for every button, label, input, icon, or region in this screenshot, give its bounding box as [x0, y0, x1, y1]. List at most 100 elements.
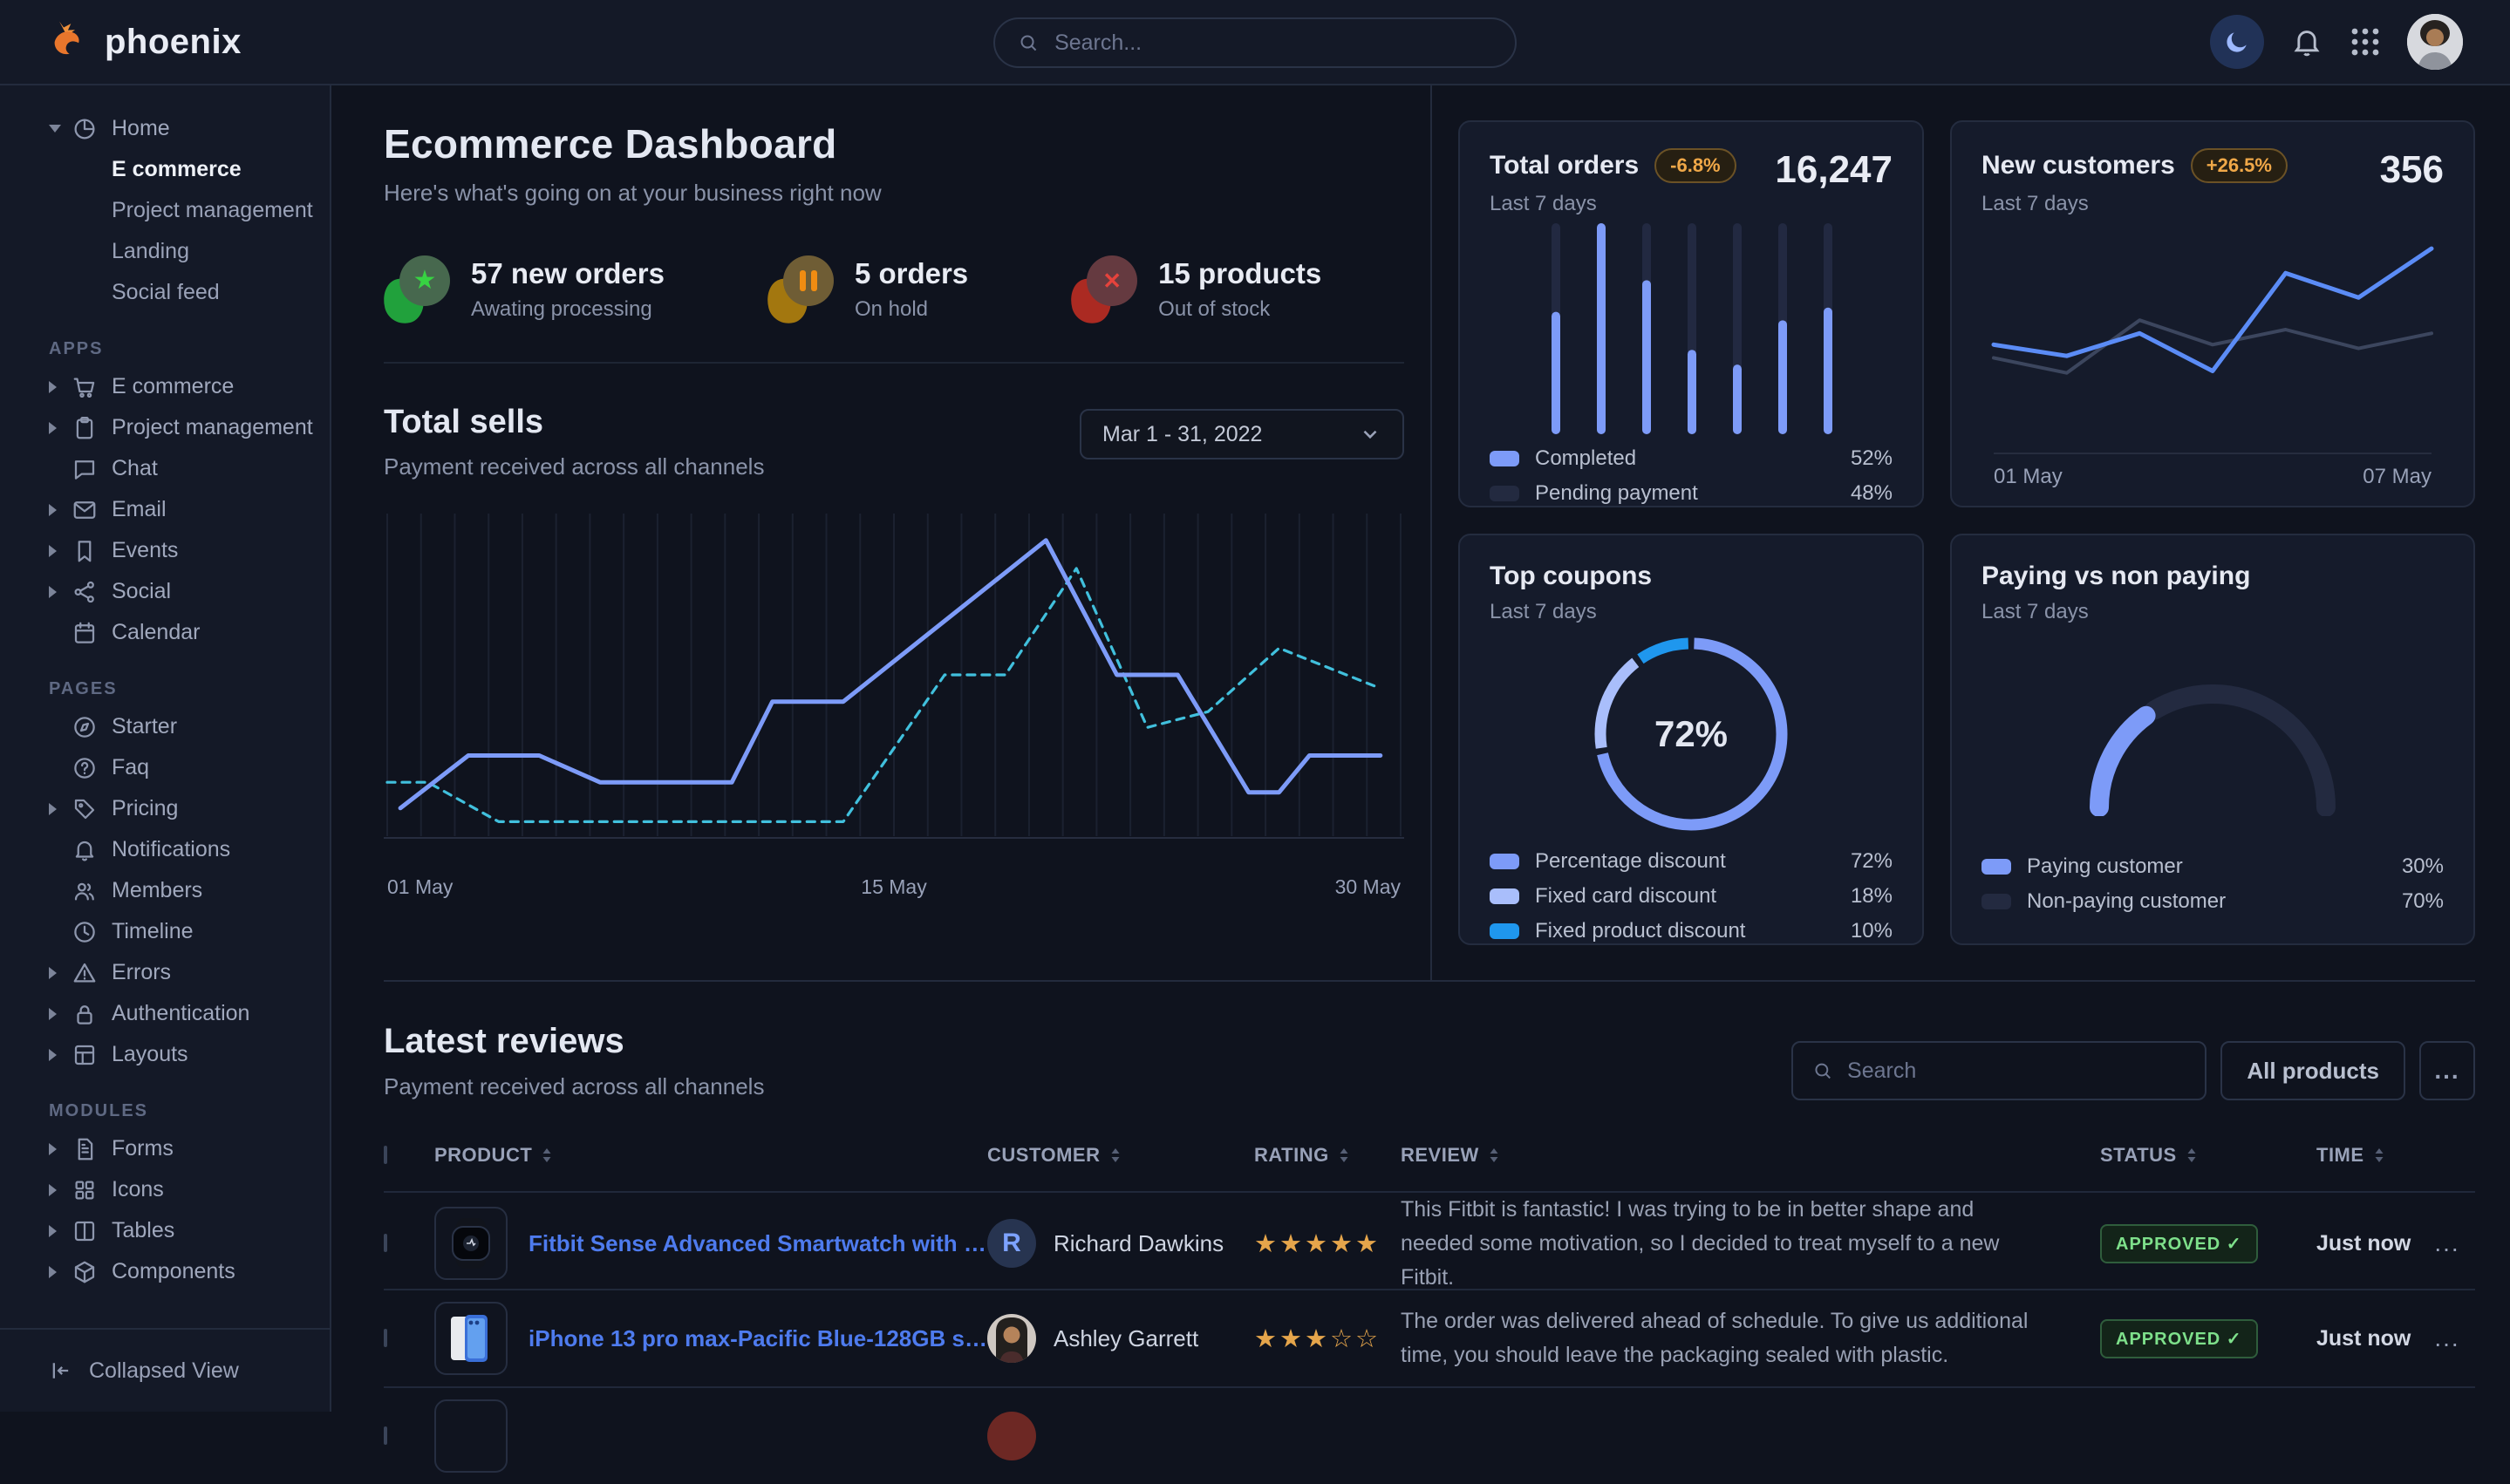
legend-label: Fixed product discount: [1535, 919, 1745, 943]
legend-swatch: [1490, 888, 1519, 904]
caret-right-icon: [49, 1225, 72, 1237]
pause-glyph: [800, 270, 817, 291]
sidebar-item-label: Forms: [112, 1136, 174, 1161]
brand-logo[interactable]: phoenix: [47, 20, 242, 64]
column-header-review[interactable]: REVIEW: [1401, 1144, 2100, 1167]
sidebar-item-label: Authentication: [112, 1001, 249, 1026]
sidebar-item-label: Calendar: [112, 620, 200, 645]
caret-right-icon: [49, 1266, 72, 1278]
row-menu-button[interactable]: ...: [2419, 1324, 2475, 1352]
row-menu-button[interactable]: ...: [2419, 1229, 2475, 1257]
stats-row: ★57 new ordersAwating processing5 orders…: [384, 255, 1404, 323]
card-period: Last 7 days: [1981, 600, 2250, 624]
stat-star: ★57 new ordersAwating processing: [384, 255, 665, 323]
customers-line-chart: 01 May07 May: [1981, 216, 2444, 488]
sidebar-subitem-social-feed[interactable]: Social feed: [49, 272, 314, 313]
column-header-time[interactable]: TIME: [2316, 1144, 2419, 1167]
envelope-icon: [72, 497, 98, 523]
global-search[interactable]: [993, 17, 1517, 68]
sidebar-item-chat[interactable]: Chat: [49, 448, 314, 489]
caret-right-icon: [49, 1143, 72, 1155]
pause-status-icon: [767, 255, 834, 323]
sidebar-item-timeline[interactable]: Timeline: [49, 911, 314, 952]
checkbox[interactable]: [384, 1329, 387, 1347]
sidebar-item-components[interactable]: Components: [49, 1251, 314, 1292]
column-header-product[interactable]: PRODUCT: [434, 1144, 987, 1167]
sidebar-item-events[interactable]: Events: [49, 530, 314, 571]
collapsed-view-toggle[interactable]: Collapsed View: [0, 1328, 330, 1412]
column-label: REVIEW: [1401, 1144, 1479, 1167]
sort-icon: [1109, 1147, 1122, 1164]
sidebar-item-home[interactable]: Home: [49, 108, 314, 149]
sidebar-item-e-commerce[interactable]: E commerce: [49, 366, 314, 407]
sidebar-item-faq[interactable]: Faq: [49, 747, 314, 788]
column-header-rating[interactable]: RATING: [1254, 1144, 1401, 1167]
sidebar-item-icons[interactable]: Icons: [49, 1169, 314, 1210]
sidebar-item-label: Tables: [112, 1218, 174, 1243]
sidebar-item-email[interactable]: Email: [49, 489, 314, 530]
sidebar-item-starter[interactable]: Starter: [49, 706, 314, 747]
legend-item: Non-paying customer70%: [1981, 884, 2444, 919]
sidebar-subitem-landing[interactable]: Landing: [49, 231, 314, 272]
sidebar-item-project-management[interactable]: Project management: [49, 407, 314, 448]
product-link[interactable]: Fitbit Sense Advanced Smartwatch with To…: [529, 1230, 987, 1257]
sidebar-subitem-e-commerce[interactable]: E commerce: [49, 149, 314, 190]
sidebar-item-social[interactable]: Social: [49, 571, 314, 612]
pie-chart-icon: [72, 116, 98, 142]
sidebar-item-members[interactable]: Members: [49, 870, 314, 911]
legend-item: Completed52%: [1490, 441, 1893, 476]
layout-icon: [72, 1042, 98, 1068]
all-products-button[interactable]: All products: [2220, 1041, 2405, 1100]
sidebar-item-calendar[interactable]: Calendar: [49, 612, 314, 653]
status-badge: APPROVED ✓: [2100, 1319, 2258, 1358]
apps-grid-button[interactable]: [2350, 26, 2381, 58]
product-link[interactable]: iPhone 13 pro max-Pacific Blue-128GB sto…: [529, 1325, 987, 1352]
sidebar-item-errors[interactable]: Errors: [49, 952, 314, 993]
column-header-customer[interactable]: CUSTOMER: [987, 1144, 1254, 1167]
icon-circle: ★: [399, 255, 450, 306]
row-select[interactable]: [384, 1428, 434, 1444]
checkbox[interactable]: [384, 1146, 387, 1164]
stat-value: 15 products: [1158, 257, 1321, 290]
legend-swatch: [1490, 486, 1519, 501]
search-icon: [1812, 1059, 1833, 1082]
reviews-more-button[interactable]: ...: [2419, 1041, 2475, 1100]
cube-icon: [72, 1259, 98, 1285]
notifications-button[interactable]: [2290, 25, 2323, 58]
sidebar-item-label: Home: [112, 116, 170, 141]
row-select[interactable]: [384, 1331, 434, 1346]
sidebar-item-layouts[interactable]: Layouts: [49, 1034, 314, 1075]
sidebar-subitem-project-management[interactable]: Project management: [49, 190, 314, 231]
card-title: Top coupons: [1490, 562, 1652, 591]
sidebar-item-authentication[interactable]: Authentication: [49, 993, 314, 1034]
page-title: Ecommerce Dashboard: [384, 120, 1404, 167]
checkbox[interactable]: [384, 1234, 387, 1252]
dark-mode-toggle[interactable]: [2210, 15, 2264, 69]
reviews-search[interactable]: [1791, 1041, 2206, 1100]
select-all-checkbox[interactable]: [384, 1147, 434, 1163]
search-input[interactable]: [1053, 30, 1492, 57]
divider: [384, 362, 1404, 364]
sidebar-item-pricing[interactable]: Pricing: [49, 788, 314, 829]
sidebar-item-forms[interactable]: Forms: [49, 1128, 314, 1169]
sidebar-item-label: Timeline: [112, 919, 194, 944]
row-select[interactable]: [384, 1236, 434, 1251]
tag-icon: [72, 796, 98, 822]
card-title: New customers: [1981, 151, 2175, 180]
sidebar-item-notifications[interactable]: Notifications: [49, 829, 314, 870]
card-new-customers: New customers +26.5% Last 7 days 356 01 …: [1950, 120, 2475, 507]
sidebar-item-label: Icons: [112, 1177, 164, 1202]
date-range-select[interactable]: Mar 1 - 31, 2022: [1080, 409, 1404, 459]
svg-text:30 May: 30 May: [1335, 875, 1402, 898]
sidebar-item-tables[interactable]: Tables: [49, 1210, 314, 1251]
user-avatar[interactable]: [2407, 14, 2463, 70]
reviews-search-input[interactable]: [1845, 1058, 2186, 1085]
clipboard-icon: [72, 415, 98, 441]
checkbox[interactable]: [384, 1426, 387, 1445]
column-header-status[interactable]: STATUS: [2100, 1144, 2316, 1167]
collapse-icon: [49, 1358, 73, 1383]
search-icon: [1018, 31, 1039, 54]
card-value: 356: [2380, 148, 2444, 192]
paying-gauge-svg: [2064, 657, 2361, 816]
legend-label: Non-paying customer: [2027, 889, 2226, 914]
